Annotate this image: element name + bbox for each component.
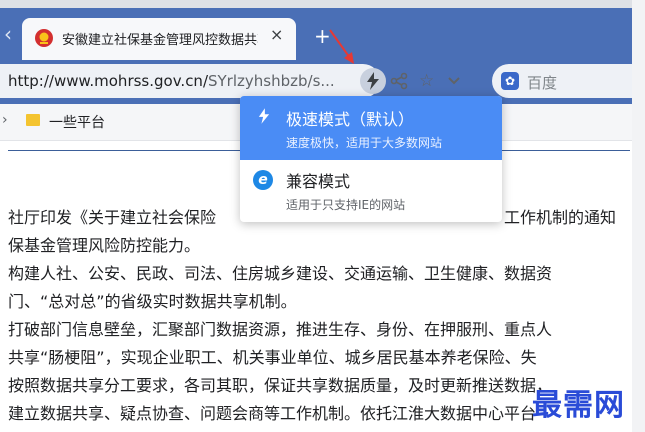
lightning-icon <box>367 72 379 90</box>
window-top-strip <box>0 0 645 8</box>
ie-icon: e <box>253 170 273 190</box>
window-right-edge <box>632 0 645 432</box>
url-host: http://www.mohrss.gov.cn/ <box>8 72 208 90</box>
article-line: 构建人社、公安、民政、司法、住房城乡建设、交通运输、卫生健康、数据资 <box>8 264 553 283</box>
article-line: 工作机制的通知 <box>504 208 617 227</box>
bookmarks-overflow-icon[interactable]: › <box>2 112 8 128</box>
article-line: 社厅印发《关于建立社会保险 <box>8 208 217 227</box>
article-line: 保基金管理风险防控能力。 <box>8 236 201 255</box>
annotation-arrow-icon <box>329 29 354 64</box>
address-url[interactable]: http://www.mohrss.gov.cn/SYrlzyhshbzb/s.… <box>8 72 335 90</box>
lightning-icon <box>258 108 270 124</box>
article-line: 建立数据共享、疑点协查、问题会商等工作机制。依托江淮大数据中心平台 <box>8 404 537 423</box>
url-path: SYrlzyhshbzb/s... <box>208 72 335 90</box>
article-line: 共享“肠梗阻”，实现企业职工、机关事业单位、城乡居民基本养老保险、失 <box>8 348 537 367</box>
article-line: 打破部门信息壁垒，汇聚部门数据资源，推进生存、身份、在押服刑、重点人 <box>8 320 553 339</box>
menu-item-desc: 速度极快，适用于大多数网站 <box>286 136 443 150</box>
share-icon[interactable] <box>390 72 408 90</box>
tab-close-icon[interactable]: × <box>270 25 283 44</box>
search-placeholder[interactable]: 百度 <box>527 72 557 93</box>
menu-item-title[interactable]: 极速模式（默认） <box>286 106 414 130</box>
article-line: 门、“总对总”的省级实时数据共享机制。 <box>8 292 297 311</box>
baidu-paw-icon: ✿ <box>501 72 519 90</box>
star-icon[interactable]: ☆ <box>419 71 434 91</box>
chevron-down-icon[interactable] <box>447 76 461 86</box>
article-line: 按照数据共享分工要求，各司其职，保证共享数据质量，及时更新推送数据， <box>8 376 553 395</box>
bookmark-folder-label[interactable]: 一些平台 <box>49 112 105 132</box>
emblem-favicon-icon <box>35 29 53 47</box>
menu-item-title[interactable]: 兼容模式 <box>286 168 350 192</box>
tab-scroll-left-icon[interactable]: ‹ <box>4 22 12 46</box>
folder-icon <box>26 114 40 126</box>
watermark: 最需网 <box>532 388 625 423</box>
menu-item-desc: 适用于只支持IE的网站 <box>286 198 406 212</box>
tab-title: 安徽建立社保基金管理风控数据共享机制 <box>62 33 258 47</box>
